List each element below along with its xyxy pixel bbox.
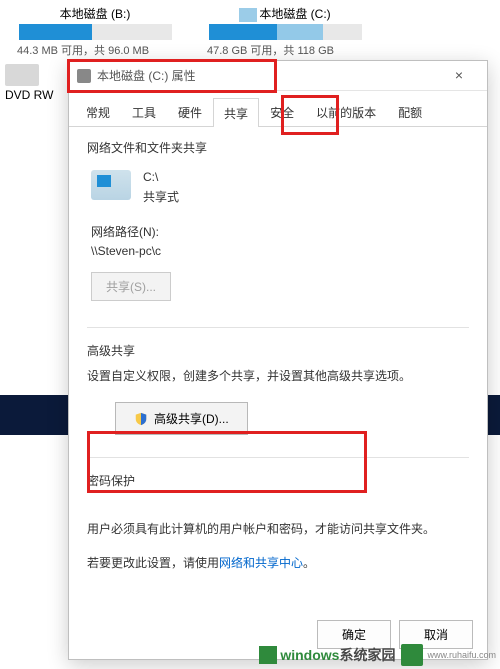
network-share-heading: 网络文件和文件夹共享 [87, 139, 469, 156]
disk-icon [77, 69, 91, 83]
dvd-label: DVD RW [5, 88, 53, 102]
network-path-label: 网络路径(N): [91, 223, 465, 240]
watermark-url: www.ruhaifu.com [427, 650, 496, 660]
disk-large-icon [91, 170, 131, 200]
advanced-share-button-label: 高级共享(D)... [154, 410, 229, 427]
drives-background: 本地磁盘 (B:) 44.3 MB 可用，共 96.0 MB 本地磁盘 (C:)… [0, 0, 500, 60]
watermark-text2: 系统家园 [339, 645, 395, 665]
drive-b-card[interactable]: 本地磁盘 (B:) 44.3 MB 可用，共 96.0 MB [5, 5, 185, 55]
share-button[interactable]: 共享(S)... [91, 272, 171, 301]
close-button[interactable]: × [439, 65, 479, 85]
password-heading: 密码保护 [87, 472, 469, 489]
dialog-title: 本地磁盘 (C:) 属性 [97, 67, 196, 84]
tab-previous-versions[interactable]: 以前的版本 [305, 97, 387, 126]
drive-b-title: 本地磁盘 (B:) [5, 5, 185, 22]
drive-c-info: 47.8 GB 可用，共 118 GB [195, 42, 375, 58]
network-path-value: \\Steven-pc\c [91, 244, 465, 258]
shield-icon [134, 412, 148, 426]
dvd-drive-icon[interactable] [5, 64, 39, 86]
tab-quota[interactable]: 配额 [387, 97, 433, 126]
drive-b-info: 44.3 MB 可用，共 96.0 MB [5, 42, 185, 58]
dialog-titlebar[interactable]: 本地磁盘 (C:) 属性 × [69, 61, 487, 91]
drive-c-title: 本地磁盘 (C:) [195, 5, 375, 22]
sharing-panel: 网络文件和文件夹共享 C:\ 共享式 网络路径(N): \\Steven-pc\… [69, 127, 487, 592]
properties-dialog: 本地磁盘 (C:) 属性 × 常规 工具 硬件 共享 安全 以前的版本 配额 网… [68, 60, 488, 660]
drive-b-bar [19, 24, 172, 40]
advanced-share-button[interactable]: 高级共享(D)... [115, 402, 248, 435]
watermark-icon [259, 646, 277, 664]
share-mode: 共享式 [143, 188, 179, 205]
password-desc-pre: 若要更改此设置，请使用 [87, 556, 219, 570]
tab-tools[interactable]: 工具 [121, 97, 167, 126]
drive-c-card[interactable]: 本地磁盘 (C:) 47.8 GB 可用，共 118 GB [195, 5, 375, 55]
watermark: windows系统家园 www.ruhaifu.com [259, 644, 496, 666]
watermark-share-icon [401, 644, 423, 666]
tabs-row: 常规 工具 硬件 共享 安全 以前的版本 配额 [69, 95, 487, 127]
drive-c-bar [209, 24, 362, 40]
password-desc-line1: 用户必须具有此计算机的用户帐户和密码，才能访问共享文件夹。 [87, 519, 469, 541]
tab-hardware[interactable]: 硬件 [167, 97, 213, 126]
password-desc-post: 。 [303, 556, 315, 570]
watermark-text1: windows [280, 647, 339, 663]
advanced-share-heading: 高级共享 [87, 342, 469, 359]
password-desc: 用户必须具有此计算机的用户帐户和密码，才能访问共享文件夹。 若要更改此设置，请使… [87, 519, 469, 574]
share-info-box: C:\ 共享式 网络路径(N): \\Steven-pc\c 共享(S)... [87, 164, 469, 309]
advanced-share-desc: 设置自定义权限，创建多个共享，并设置其他高级共享选项。 [87, 367, 469, 386]
tab-general[interactable]: 常规 [75, 97, 121, 126]
tab-security[interactable]: 安全 [259, 97, 305, 126]
share-path-name: C:\ [143, 170, 179, 184]
network-sharing-center-link[interactable]: 网络和共享中心 [219, 556, 303, 570]
tab-sharing[interactable]: 共享 [213, 98, 259, 127]
